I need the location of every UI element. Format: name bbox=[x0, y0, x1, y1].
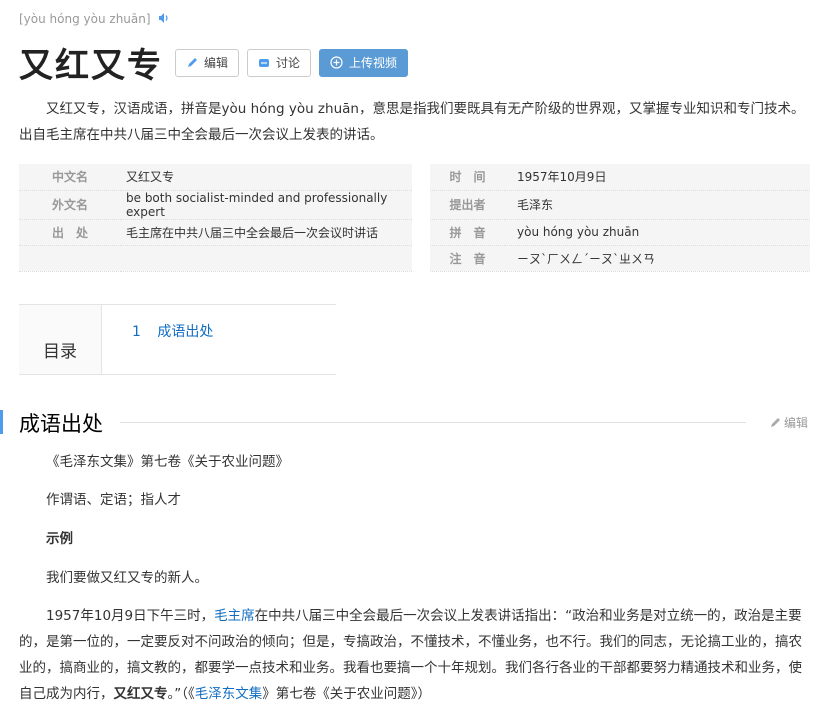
plus-circle-icon bbox=[330, 56, 343, 69]
speaker-icon[interactable] bbox=[158, 12, 170, 24]
pencil-icon bbox=[188, 57, 197, 67]
upload-video-button[interactable]: 上传视频 bbox=[319, 48, 409, 77]
pinyin-header: [yòu hóng yòu zhuān] bbox=[19, 12, 170, 26]
discuss-button-label: 讨论 bbox=[276, 56, 301, 70]
info-row: 出 处 毛主席在中共八届三中全会最后一次会议时讲话 拼 音 yòu hóng y… bbox=[19, 219, 810, 246]
origin-text: 》第七卷《关于农业问题》） bbox=[262, 686, 431, 702]
upload-video-label: 上传视频 bbox=[349, 56, 398, 70]
toc-item-label[interactable]: 成语出处 bbox=[157, 324, 213, 340]
info-row: 注 音 ㄧㄡˋㄏㄨㄥˊㄧㄡˋㄓㄨㄢ bbox=[19, 245, 810, 272]
origin-bold-text: 又红又专 bbox=[113, 686, 168, 702]
origin-paragraph: 1957年10月9日下午三时，毛主席在中共八届三中全会最后一次会议上发表讲话指出… bbox=[19, 603, 814, 707]
info-row: 外文名 be both socialist-minded and profess… bbox=[19, 190, 810, 220]
section-edit-label: 编辑 bbox=[784, 416, 809, 430]
info-label: 提出者 bbox=[412, 190, 505, 220]
edit-button-label: 编辑 bbox=[204, 56, 229, 70]
section-edit-button[interactable]: 编辑 bbox=[769, 414, 808, 431]
basic-info-table: 中文名 又红又专 时 间 1957年10月9日 外文名 be both soci… bbox=[19, 164, 810, 272]
pinyin-text: [yòu hóng yòu zhuān] bbox=[19, 12, 151, 26]
info-value: 又红又专 bbox=[121, 164, 421, 191]
page-title: 又红又专 bbox=[19, 46, 163, 86]
info-value bbox=[121, 245, 421, 272]
info-label bbox=[19, 245, 121, 272]
toc-item-number: 1 bbox=[132, 324, 141, 340]
info-row: 中文名 又红又专 时 间 1957年10月9日 bbox=[19, 164, 810, 191]
info-value: be both socialist-minded and professiona… bbox=[121, 190, 421, 220]
example-paragraph: 我们要做又红又专的新人。 bbox=[46, 570, 208, 586]
example-heading: 示例 bbox=[46, 531, 73, 547]
source-paragraph: 《毛泽东文集》第七卷《关于农业问题》 bbox=[46, 454, 289, 470]
chat-icon bbox=[259, 58, 270, 67]
toc-item[interactable]: 1 成语出处 bbox=[102, 305, 213, 374]
info-label: 出 处 bbox=[19, 219, 121, 246]
usage-paragraph: 作谓语、定语；指人才 bbox=[46, 492, 181, 508]
mao-link[interactable]: 毛主席 bbox=[214, 608, 255, 624]
section-divider bbox=[120, 422, 746, 423]
info-label: 外文名 bbox=[19, 190, 121, 220]
edit-button[interactable]: 编辑 bbox=[175, 48, 240, 77]
info-label: 时 间 bbox=[412, 164, 505, 191]
mao-anthology-link[interactable]: 毛泽东文集 bbox=[195, 686, 263, 702]
origin-text: 。”（《 bbox=[167, 686, 195, 702]
toc-title: 目录 bbox=[19, 305, 102, 374]
pencil-icon bbox=[771, 417, 780, 427]
info-value: 毛主席在中共八届三中全会最后一次会议时讲话 bbox=[121, 219, 421, 246]
title-row: 又红又专 编辑 讨论 上传视频 bbox=[19, 38, 409, 87]
info-label: 注 音 bbox=[412, 245, 505, 272]
section-title: 成语出处 bbox=[19, 412, 103, 436]
origin-text: 1957年10月9日下午三时， bbox=[46, 608, 215, 624]
info-label: 拼 音 bbox=[412, 219, 505, 246]
table-of-contents: 目录 1 成语出处 bbox=[19, 304, 336, 375]
info-value: ㄧㄡˋㄏㄨㄥˊㄧㄡˋㄓㄨㄢ bbox=[505, 245, 810, 272]
info-label: 中文名 bbox=[19, 164, 121, 191]
discuss-button[interactable]: 讨论 bbox=[247, 48, 312, 77]
section-accent-bar bbox=[0, 410, 3, 434]
info-value: 1957年10月9日 bbox=[505, 164, 810, 191]
info-value: yòu hóng yòu zhuān bbox=[505, 219, 810, 246]
info-value: 毛泽东 bbox=[505, 190, 810, 220]
summary-paragraph: 又红又专，汉语成语，拼音是yòu hóng yòu zhuān，意思是指我们要既… bbox=[19, 101, 805, 143]
